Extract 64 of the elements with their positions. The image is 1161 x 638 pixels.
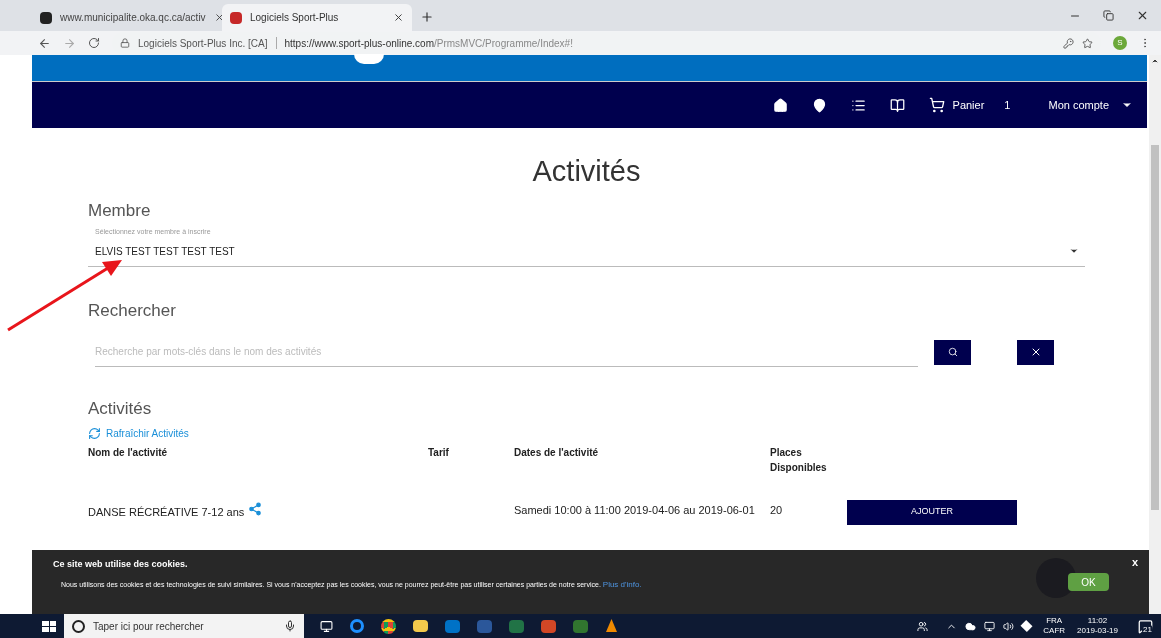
language-indicator[interactable]: FRA CAFR: [1043, 616, 1066, 636]
more-info-link[interactable]: Plus d'info.: [602, 580, 642, 589]
network-icon[interactable]: [984, 620, 996, 632]
cloud-icon[interactable]: [965, 620, 977, 632]
browser-tab[interactable]: Logiciels Sport-Plus: [222, 4, 412, 31]
scroll-up-icon[interactable]: [1151, 57, 1159, 65]
section-heading: Membre: [88, 199, 152, 222]
new-tab-icon[interactable]: [420, 10, 434, 24]
reload-icon[interactable]: [88, 37, 100, 49]
cart-icon[interactable]: [928, 97, 945, 113]
speaker-icon[interactable]: [1003, 620, 1015, 632]
share-icon[interactable]: [248, 501, 263, 516]
cart-count: 1: [1004, 97, 1011, 113]
list-icon[interactable]: [850, 97, 866, 113]
caret-icon: [1069, 246, 1079, 256]
tab-title: Logiciels Sport-Plus: [250, 11, 340, 25]
page-title: Activités: [531, 154, 642, 189]
home-icon[interactable]: [772, 97, 788, 113]
windows-start-icon[interactable]: [42, 620, 56, 632]
search-icon: [947, 347, 958, 357]
close-banner-button[interactable]: x: [1132, 554, 1139, 571]
clock[interactable]: 11:02 2019-03-19: [1077, 616, 1118, 636]
taskbar-search-field[interactable]: Taper ici pour rechercher: [64, 614, 304, 638]
star-icon[interactable]: [1082, 37, 1093, 49]
restore-icon[interactable]: [1103, 10, 1114, 21]
banner-title: Ce site web utilise des cookies.: [53, 558, 188, 571]
browser-tab[interactable]: www.municipalite.oka.qc.ca/activ: [32, 4, 222, 31]
places-count: 20: [770, 502, 784, 518]
search-field[interactable]: Recherche par mots-clés dans le nom des activités: [95, 337, 918, 367]
tab-title: www.municipalite.oka.qc.ca/activ: [60, 11, 206, 25]
column-header: Places Disponibles: [770, 445, 828, 475]
location-pin-icon[interactable]: [811, 97, 827, 113]
lock-icon: [120, 38, 130, 48]
search-button[interactable]: [934, 339, 971, 365]
notification-icon[interactable]: [1138, 618, 1153, 634]
people-icon[interactable]: [917, 620, 929, 632]
traffic-cone-icon[interactable]: [605, 619, 618, 633]
refresh-icon: [88, 426, 101, 440]
column-header: Tarif: [428, 445, 450, 460]
close-icon[interactable]: [1136, 9, 1149, 22]
activity-name: DANSE RÉCRÉATIVE 7-12 ans: [88, 504, 245, 520]
key-icon[interactable]: [1063, 37, 1074, 49]
cart-link[interactable]: Panier: [952, 96, 985, 114]
refresh-link[interactable]: Rafraîchir Activités: [88, 425, 1085, 441]
scrollbar-thumb[interactable]: [1151, 145, 1159, 510]
close-icon[interactable]: [393, 12, 404, 23]
clear-button[interactable]: [1017, 339, 1054, 365]
site-icon: [40, 11, 52, 24]
task-view-icon[interactable]: [320, 619, 333, 633]
column-header: Dates de l'activité: [514, 445, 600, 460]
section-heading: Rechercher: [88, 299, 177, 322]
activity-dates: Samedi 10:00 à 11:00 2019-04-06 au 2019-06-01: [514, 502, 756, 518]
site-icon: [230, 11, 242, 24]
column-header: Nom de l'activité: [88, 445, 169, 460]
add-button[interactable]: AJOUTER: [847, 499, 1017, 525]
close-icon[interactable]: [213, 12, 225, 23]
url-text: https://www.sport-plus-online.com/PrmsMVC/Programme/Index#!: [284, 36, 573, 51]
site-identity: Logiciels Sport-Plus Inc. [CA]: [138, 36, 268, 51]
back-icon[interactable]: [38, 36, 51, 50]
book-icon[interactable]: [889, 97, 905, 113]
section-heading: Activités: [88, 398, 153, 420]
cortana-icon: [72, 619, 85, 633]
mic-icon[interactable]: [284, 620, 296, 632]
account-menu[interactable]: Mon compte: [1048, 96, 1133, 114]
